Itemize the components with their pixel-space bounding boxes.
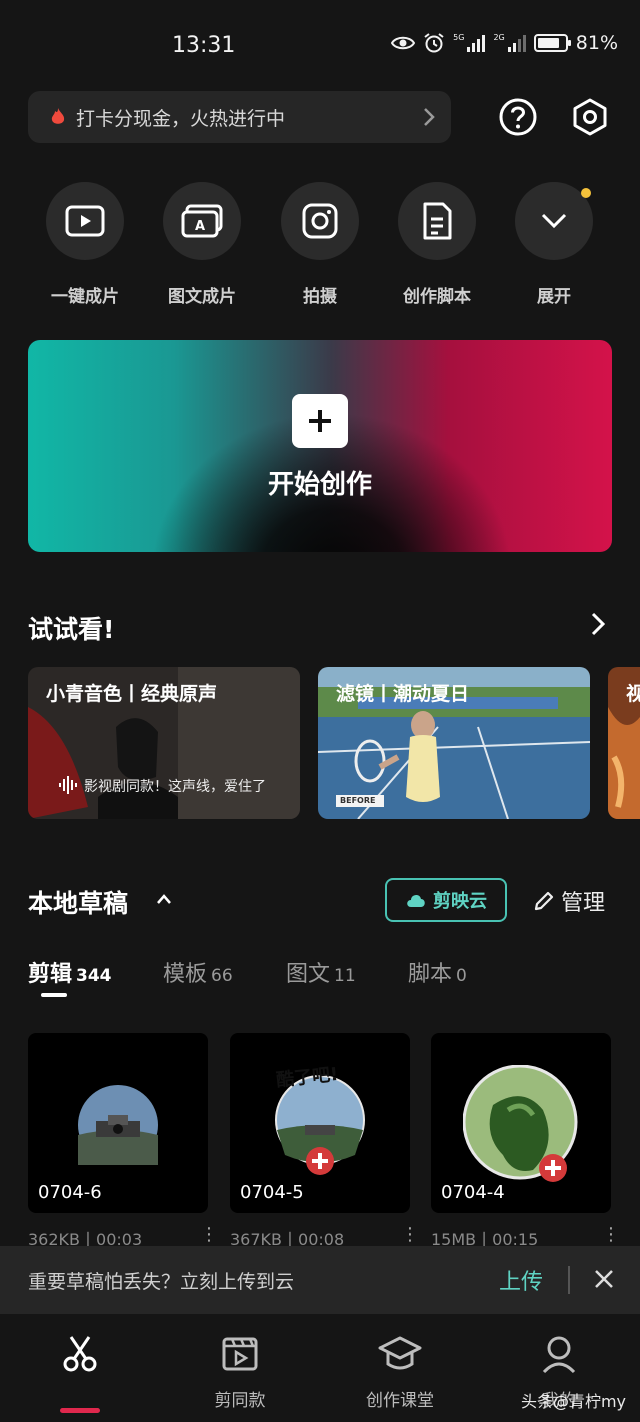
close-icon[interactable] <box>593 1268 615 1290</box>
battery-icon <box>533 34 571 52</box>
tab-edit[interactable]: 剪辑 344 <box>28 956 112 988</box>
manage-button[interactable]: 管理 <box>533 885 605 917</box>
more-icon[interactable]: ⋮ <box>602 1224 620 1245</box>
quick-action-label: 图文成片 <box>168 287 236 307</box>
plus-icon <box>292 394 348 448</box>
quick-action-text-image[interactable]: A 图文成片 <box>162 182 242 307</box>
promo-bar[interactable]: 打卡分现金，火热进行中 <box>28 91 451 143</box>
camera-icon <box>302 203 338 239</box>
tab-script[interactable]: 脚本 0 <box>408 956 467 988</box>
try-more-icon[interactable] <box>591 612 605 636</box>
cloud-button[interactable]: 剪映云 <box>385 878 507 922</box>
start-create-button[interactable]: 开始创作 <box>28 340 612 552</box>
before-badge: BEFORE <box>340 796 376 805</box>
help-icon[interactable] <box>498 97 538 137</box>
try-card-title: 视 <box>626 683 640 705</box>
nav-classroom[interactable]: 创作课堂 <box>340 1334 460 1411</box>
quick-action-label: 一键成片 <box>51 287 119 307</box>
edit-icon <box>534 891 554 911</box>
signal-2g-icon: 2G <box>493 34 526 52</box>
try-card-filter[interactable]: 滤镜丨潮动夏日 BEFORE <box>318 667 590 819</box>
signal-5g-icon: 5G <box>453 34 486 52</box>
drafts-title: 本地草稿 <box>28 889 129 918</box>
quick-action-one-click[interactable]: 一键成片 <box>45 182 125 307</box>
promo-text: 打卡分现金，火热进行中 <box>76 107 286 130</box>
svg-text:A: A <box>195 219 205 234</box>
upload-banner: 重要草稿怕丢失？立刻上传到云 上传 <box>0 1246 640 1314</box>
nav-edit[interactable] <box>20 1334 140 1413</box>
settings-icon[interactable] <box>570 97 610 137</box>
quick-action-expand[interactable]: 展开 <box>514 182 594 307</box>
clapperboard-icon <box>222 1337 258 1371</box>
tab-template[interactable]: 模板 66 <box>163 956 233 988</box>
nav-label: 创作课堂 <box>366 1391 434 1411</box>
draft-item[interactable]: 0704-6 <box>28 1033 208 1213</box>
quick-action-label: 拍摄 <box>303 287 337 307</box>
more-icon[interactable]: ⋮ <box>401 1224 419 1245</box>
draft-thumbnail-image <box>463 1065 578 1182</box>
play-icon <box>65 205 105 237</box>
draft-name: 0704-6 <box>38 1182 102 1203</box>
quick-action-label: 展开 <box>537 287 571 307</box>
eye-icon <box>391 36 416 50</box>
draft-name: 0704-4 <box>441 1182 505 1203</box>
draft-name: 0704-5 <box>240 1182 304 1203</box>
quick-action-label: 创作脚本 <box>403 287 471 307</box>
watermark: 头条@青柠my <box>520 1392 626 1411</box>
text-image-icon: A <box>181 204 223 238</box>
nav-label: 剪同款 <box>214 1391 266 1411</box>
try-card-title: 滤镜丨潮动夏日 <box>336 683 470 705</box>
try-card-title: 小青音色丨经典原声 <box>46 683 218 705</box>
status-time: 13:31 <box>172 33 236 58</box>
chevron-up-icon[interactable] <box>156 893 172 905</box>
status-icons: 5G 2G 81% <box>391 32 618 54</box>
script-icon <box>423 202 452 240</box>
user-icon <box>542 1336 576 1374</box>
tab-indicator <box>41 993 67 997</box>
upload-button[interactable]: 上传 <box>499 1264 543 1296</box>
fire-icon <box>51 108 65 124</box>
waveform-icon <box>59 776 77 794</box>
cloud-icon <box>407 894 425 907</box>
alarm-icon <box>424 33 444 53</box>
quick-action-shoot[interactable]: 拍摄 <box>280 182 360 307</box>
cloud-label: 剪映云 <box>433 891 487 912</box>
try-card-partial[interactable]: 视 <box>608 667 640 819</box>
chevron-right-icon <box>424 108 435 126</box>
quick-action-script[interactable]: 创作脚本 <box>397 182 477 307</box>
notification-dot <box>581 188 591 198</box>
tab-image-text[interactable]: 图文 11 <box>286 956 356 988</box>
start-create-label: 开始创作 <box>267 470 372 500</box>
draft-item[interactable]: 酷了吧! 0704-5 <box>230 1033 410 1213</box>
draft-item[interactable]: 0704-4 <box>431 1033 611 1213</box>
battery-percent: 81% <box>575 32 618 54</box>
graduation-cap-icon <box>378 1336 422 1370</box>
nav-active-indicator <box>60 1408 100 1413</box>
banner-text: 重要草稿怕丢失？立刻上传到云 <box>28 1271 295 1293</box>
more-icon[interactable]: ⋮ <box>200 1224 218 1245</box>
draft-thumbnail-image <box>78 1085 158 1165</box>
banner-divider <box>568 1266 570 1294</box>
try-card-caption: 影视剧同款！这声线，爱住了 <box>84 779 266 795</box>
scissors-icon <box>63 1336 97 1372</box>
nav-template[interactable]: 剪同款 <box>180 1334 300 1411</box>
try-section-title: 试试看! <box>28 615 115 644</box>
manage-label: 管理 <box>561 891 606 916</box>
chevron-down-icon <box>541 213 567 229</box>
try-card-voice[interactable]: 小青音色丨经典原声 影视剧同款！这声线，爱住了 <box>28 667 300 819</box>
